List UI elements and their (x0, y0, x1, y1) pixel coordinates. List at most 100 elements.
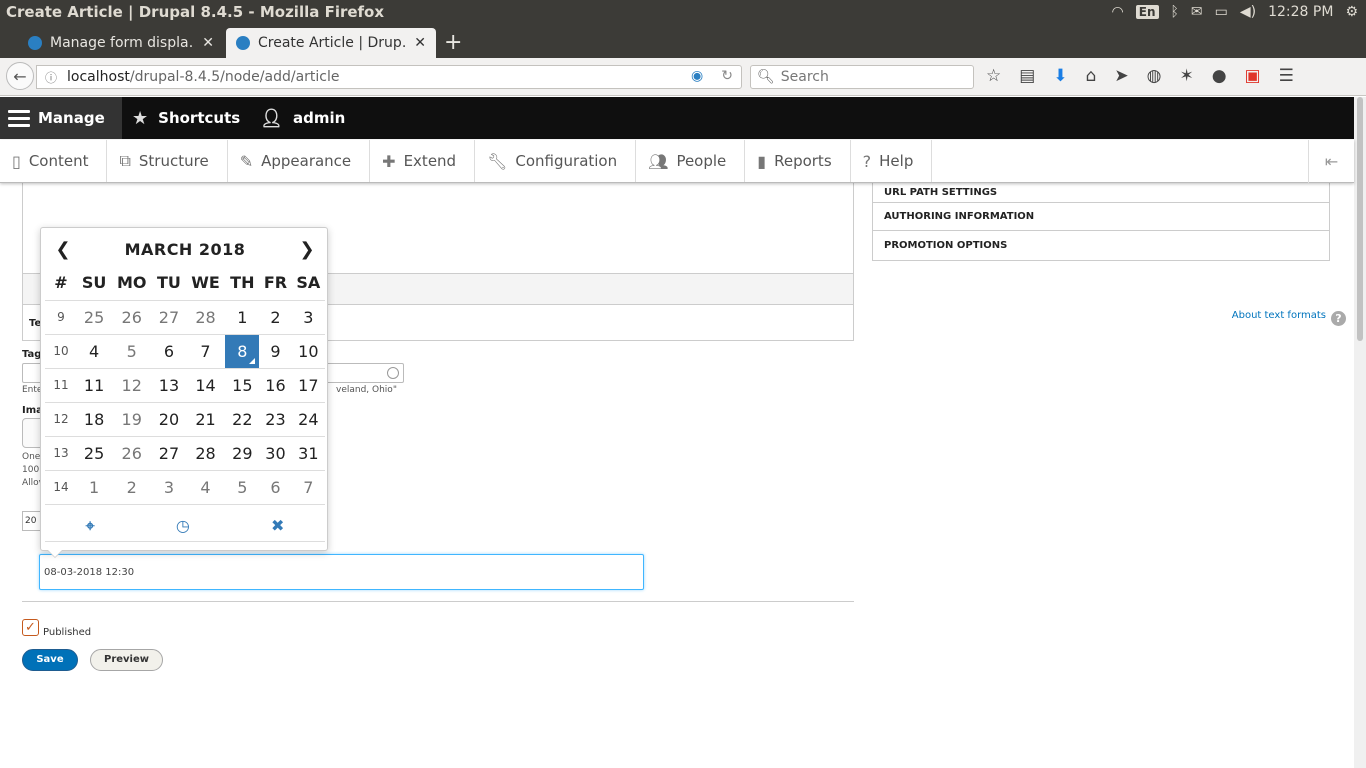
mail-icon[interactable]: ✉ (1191, 4, 1203, 20)
calendar-day[interactable]: 30 (259, 436, 292, 471)
menu-item-people[interactable]: 👥︎ People (636, 140, 746, 182)
user-tab[interactable]: 👤︎ admin (250, 97, 355, 139)
close-tab-icon[interactable]: ✕ (414, 35, 426, 51)
calendar-day[interactable]: 27 (152, 436, 186, 471)
menu-item-reports[interactable]: ▮ Reports (745, 140, 851, 182)
downloads-icon[interactable]: ⬇ (1053, 66, 1067, 86)
battery-icon[interactable]: ▭ (1215, 4, 1228, 20)
calendar-day[interactable]: 28 (185, 300, 226, 335)
calendar-day[interactable]: 1 (225, 300, 260, 335)
clock[interactable]: 12:28 PM (1268, 4, 1333, 20)
color-picker-icon[interactable]: ● (1212, 66, 1227, 86)
calendar-day[interactable]: 25 (77, 436, 112, 471)
globe-icon[interactable]: ◍ (1147, 66, 1162, 86)
send-icon[interactable]: ➤ (1114, 66, 1128, 86)
calendar-day[interactable]: 7 (185, 334, 226, 369)
calendar-day[interactable]: 22 (225, 402, 260, 437)
datetime-input[interactable]: 08-03-2018 12:30 (39, 554, 644, 590)
calendar-day[interactable]: 21 (185, 402, 226, 437)
calendar-day[interactable]: 11 (77, 368, 112, 403)
calendar-day[interactable]: 14 (185, 368, 226, 403)
settings-gear-icon[interactable]: ⚙ (1345, 4, 1358, 20)
scrollbar-thumb[interactable] (1357, 97, 1363, 341)
keyboard-language-indicator[interactable]: En (1135, 5, 1159, 19)
previous-month-chevron-icon[interactable]: ❮ (45, 239, 81, 260)
wifi-icon[interactable]: ◠ (1112, 4, 1124, 20)
calendar-day[interactable]: 3 (291, 300, 325, 335)
calendar-day[interactable]: 31 (291, 436, 325, 471)
calendar-day[interactable]: 24 (291, 402, 325, 437)
bookmark-star-icon[interactable]: ☆ (986, 66, 1001, 86)
next-month-chevron-icon[interactable]: ❯ (289, 239, 325, 260)
save-button[interactable]: Save (22, 649, 78, 671)
pocket-icon[interactable]: ▣ (1245, 66, 1261, 86)
calendar-day[interactable]: 19 (111, 402, 153, 437)
menu-item-content[interactable]: ▯ Content (0, 140, 108, 182)
calendar-day[interactable]: 2 (259, 300, 292, 335)
calendar-day[interactable]: 2 (111, 470, 153, 505)
menu-item-help[interactable]: ? Help (851, 140, 933, 182)
calendar-day[interactable]: 29 (225, 436, 260, 471)
drupal-page-icon[interactable]: ◉ (691, 68, 703, 84)
search-input[interactable]: 🔍︎ Search (750, 65, 974, 89)
tab-manage-form-display[interactable]: Manage form displa… ✕ (18, 28, 224, 58)
menu-hamburger-icon[interactable]: ☰ (1279, 66, 1294, 86)
calendar-day[interactable]: 15 (225, 368, 260, 403)
back-button[interactable]: ← (6, 62, 34, 90)
calendar-day[interactable]: 1 (77, 470, 112, 505)
published-label[interactable]: Published (43, 627, 91, 638)
reading-list-icon[interactable]: ▤ (1019, 66, 1035, 86)
calendar-day[interactable]: 13 (152, 368, 186, 403)
calendar-day[interactable]: 26 (111, 436, 153, 471)
close-picker-icon[interactable]: ✖ (271, 516, 284, 535)
calendar-day[interactable]: 20 (152, 402, 186, 437)
page-scrollbar[interactable] (1354, 97, 1366, 768)
menu-item-configuration[interactable]: 🔧︎ Configuration (475, 140, 637, 182)
calendar-day[interactable]: 16 (259, 368, 292, 403)
calendar-day[interactable]: 5 (225, 470, 260, 505)
calendar-day[interactable]: 28 (185, 436, 226, 471)
calendar-day[interactable]: 4 (77, 334, 112, 369)
calendar-day[interactable]: 7 (291, 470, 325, 505)
site-info-icon[interactable]: ⓘ (45, 69, 57, 86)
calendar-day[interactable]: 6 (152, 334, 186, 369)
calendar-day[interactable]: 10 (291, 334, 325, 369)
about-text-formats-link[interactable]: About text formats (1232, 310, 1326, 321)
close-tab-icon[interactable]: ✕ (202, 35, 214, 51)
sidebar-item-url-path-settings[interactable]: URL PATH SETTINGS (873, 183, 1329, 203)
sidebar-item-authoring-information[interactable]: AUTHORING INFORMATION (873, 203, 1329, 231)
sidebar-item-promotion-options[interactable]: PROMOTION OPTIONS (873, 231, 1329, 259)
time-clock-icon[interactable]: ◷ (176, 516, 190, 535)
picker-month-label[interactable]: MARCH 2018 (81, 240, 289, 259)
help-icon[interactable]: ? (1331, 311, 1346, 326)
calendar-day[interactable]: 27 (152, 300, 186, 335)
volume-icon[interactable]: ◀) (1240, 4, 1256, 20)
calendar-day[interactable]: 5 (111, 334, 153, 369)
extension-icon[interactable]: ✶ (1179, 66, 1193, 86)
calendar-day[interactable]: 9 (259, 334, 292, 369)
published-checkbox[interactable]: ✓ (22, 619, 39, 636)
calendar-day[interactable]: 23 (259, 402, 292, 437)
tab-create-article[interactable]: Create Article | Drup… ✕ (226, 28, 436, 58)
new-tab-button[interactable]: + (444, 30, 462, 55)
menu-item-appearance[interactable]: ✎ Appearance (228, 140, 371, 182)
calendar-day[interactable]: 25 (77, 300, 112, 335)
calendar-day[interactable]: 6 (259, 470, 292, 505)
menu-item-structure[interactable]: ⧉ Structure (107, 140, 228, 182)
manage-tab[interactable]: Manage (0, 97, 122, 139)
url-bar[interactable]: ⓘ localhost/drupal-8.4.5/node/add/articl… (36, 65, 742, 89)
bluetooth-icon[interactable]: ᛒ (1171, 4, 1179, 20)
reload-icon[interactable]: ↻ (721, 68, 733, 84)
home-icon[interactable]: ⌂ (1086, 66, 1097, 86)
calendar-day[interactable]: 26 (111, 300, 153, 335)
calendar-day[interactable]: 3 (152, 470, 186, 505)
calendar-day[interactable]: 12 (111, 368, 153, 403)
menu-item-extend[interactable]: ✚ Extend (370, 140, 476, 182)
calendar-day-selected[interactable]: 8 (225, 334, 260, 369)
calendar-day[interactable]: 17 (291, 368, 325, 403)
calendar-day[interactable]: 18 (77, 402, 112, 437)
shortcuts-tab[interactable]: ★ Shortcuts (122, 97, 250, 139)
preview-button[interactable]: Preview (90, 649, 163, 671)
collapse-tray-icon[interactable]: ⇤ (1308, 140, 1354, 183)
today-crosshair-icon[interactable]: ⌖ (86, 516, 95, 536)
